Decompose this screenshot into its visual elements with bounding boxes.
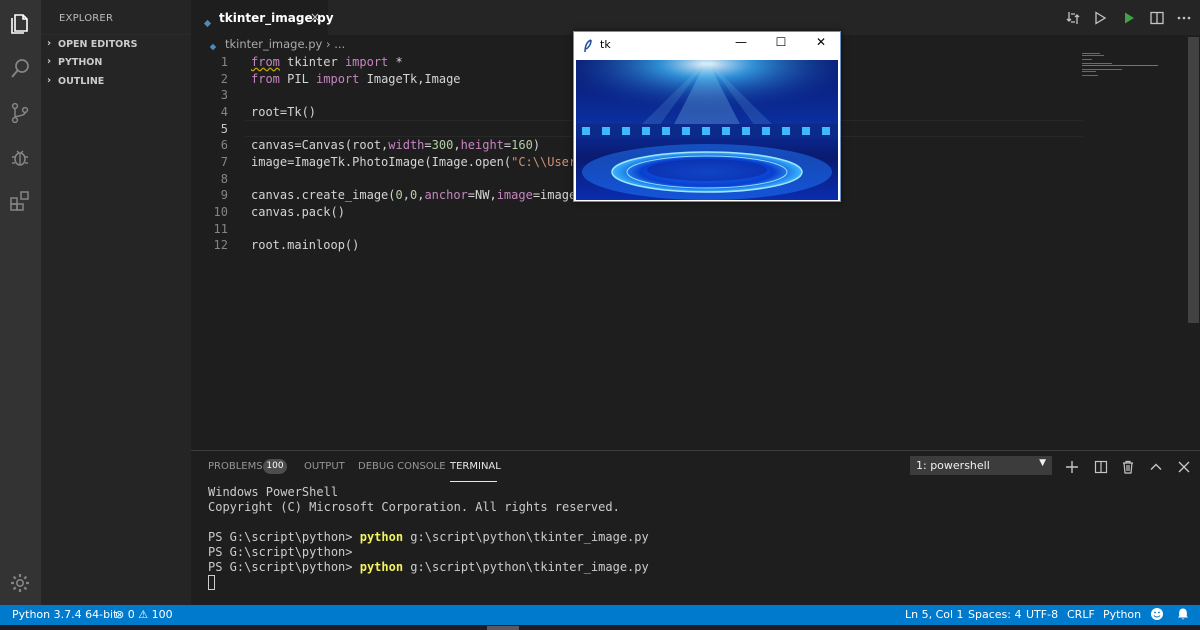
tk-feather-icon [583,38,593,53]
minimize-button[interactable]: — [726,35,756,55]
indentation[interactable]: Spaces: 4 [968,608,1021,621]
tk-window[interactable]: tk — ☐ ✕ [573,31,841,202]
tab-debug-console[interactable]: DEBUG CONSOLE [358,461,446,472]
dropdown-arrow-icon: ▼ [1039,458,1046,468]
code-line-1: from tkinter import * [251,55,403,69]
split-editor-icon[interactable] [1149,10,1165,26]
search-icon[interactable] [8,57,32,81]
line-number: 5 [220,122,228,136]
terminal-select[interactable]: 1: powershell ▼ [910,456,1052,475]
more-actions-icon[interactable] [1176,10,1192,26]
line-number: 10 [213,205,228,219]
error-icon: ⊗ [115,608,125,621]
code-line-7: image=ImageTk.PhotoImage(Image.open("C:\… [251,155,598,169]
activity-bar [0,0,41,605]
active-tab-indicator [450,481,497,482]
tk-canvas-image [576,60,838,200]
line-number: 2 [220,72,228,86]
section-open-editors[interactable]: › OPEN EDITORS [41,34,191,53]
line-number: 6 [220,138,228,152]
close-button[interactable]: ✕ [806,35,836,55]
sidebar: EXPLORER › OPEN EDITORS › PYTHON › OUTLI… [41,0,191,605]
line-number: 11 [213,222,228,236]
files-icon[interactable] [8,12,32,36]
window-bottom-edge [0,625,1200,630]
breadcrumb-file[interactable]: tkinter_image.py › ... [225,37,345,51]
problems-badge: 100 [263,459,287,474]
section-python[interactable]: › PYTHON [41,53,191,72]
editor-tabs: tkinter_image.py × [191,0,1200,35]
line-number: 4 [220,105,228,119]
code-line-2: from PIL import ImageTk,Image [251,72,461,86]
tab-terminal[interactable]: TERMINAL [450,461,501,472]
chevron-right-icon: › [47,56,52,67]
compare-icon[interactable] [1065,10,1081,26]
trash-icon[interactable] [1121,459,1135,474]
section-outline[interactable]: › OUTLINE [41,72,191,91]
problems-status[interactable]: ⊗ 0 ⚠ 100 [115,608,173,621]
debug-icon[interactable] [8,145,32,169]
close-icon[interactable]: × [310,10,320,24]
status-bar: Python 3.7.4 64-bit ⊗ 0 ⚠ 100 Ln 5, Col … [0,605,1200,625]
line-number: 7 [220,155,228,169]
sidebar-title: EXPLORER [59,13,114,24]
notifications-bell-icon[interactable] [1176,607,1190,624]
python-file-icon [209,40,217,51]
tab-problems[interactable]: PROBLEMS [208,461,263,472]
line-number: 3 [220,88,228,102]
code-line-9: canvas.create_image(0,0,anchor=NW,image=… [251,188,584,202]
run-icon[interactable] [1121,10,1137,26]
language-mode[interactable]: Python [1103,608,1141,621]
split-terminal-icon[interactable] [1094,459,1108,474]
chevron-right-icon: › [47,38,52,49]
terminal-line: PS G:\script\python> python g:\script\py… [208,560,649,574]
settings-gear-icon[interactable] [8,571,32,595]
tk-window-title: tk [600,38,611,51]
tk-titlebar[interactable]: tk — ☐ ✕ [574,32,840,59]
code-line-6: canvas=Canvas(root,width=300,height=160) [251,138,541,152]
new-terminal-icon[interactable] [1065,459,1079,473]
editor-scrollbar-thumb[interactable] [1188,37,1199,323]
extensions-icon[interactable] [8,189,32,213]
line-ending[interactable]: CRLF [1067,608,1095,621]
warning-icon: ⚠ [138,608,149,621]
terminal-line: PS G:\script\python> python g:\script\py… [208,530,649,544]
close-panel-icon[interactable] [1177,459,1191,473]
line-number: 9 [220,188,228,202]
terminal-line: Windows PowerShell [208,485,339,499]
python-interpreter[interactable]: Python 3.7.4 64-bit [12,608,117,621]
line-number: 12 [213,238,228,252]
terminal-line: PS G:\script\python> [208,545,353,559]
feedback-smiley-icon[interactable] [1150,607,1164,624]
run-outline-icon[interactable] [1092,10,1108,26]
maximize-button[interactable]: ☐ [766,35,796,55]
line-number: 1 [220,55,228,69]
terminal-cursor[interactable] [208,575,215,590]
chevron-up-icon[interactable] [1149,459,1163,473]
python-file-icon [203,13,212,28]
cursor-position[interactable]: Ln 5, Col 1 [905,608,964,621]
code-line-4: root=Tk() [251,105,317,119]
minimap[interactable] [1082,51,1182,81]
tab-tkinter-image[interactable]: tkinter_image.py × [191,0,334,35]
encoding[interactable]: UTF-8 [1026,608,1058,621]
code-line-10: canvas.pack() [251,205,345,219]
chevron-right-icon: › [47,75,52,86]
source-control-icon[interactable] [8,101,32,125]
bottom-panel: PROBLEMS 100 OUTPUT DEBUG CONSOLE TERMIN… [191,450,1200,605]
code-line-12: root.mainloop() [251,238,360,252]
terminal-line: Copyright (C) Microsoft Corporation. All… [208,500,620,514]
tab-output[interactable]: OUTPUT [304,461,345,472]
line-number: 8 [220,172,228,186]
